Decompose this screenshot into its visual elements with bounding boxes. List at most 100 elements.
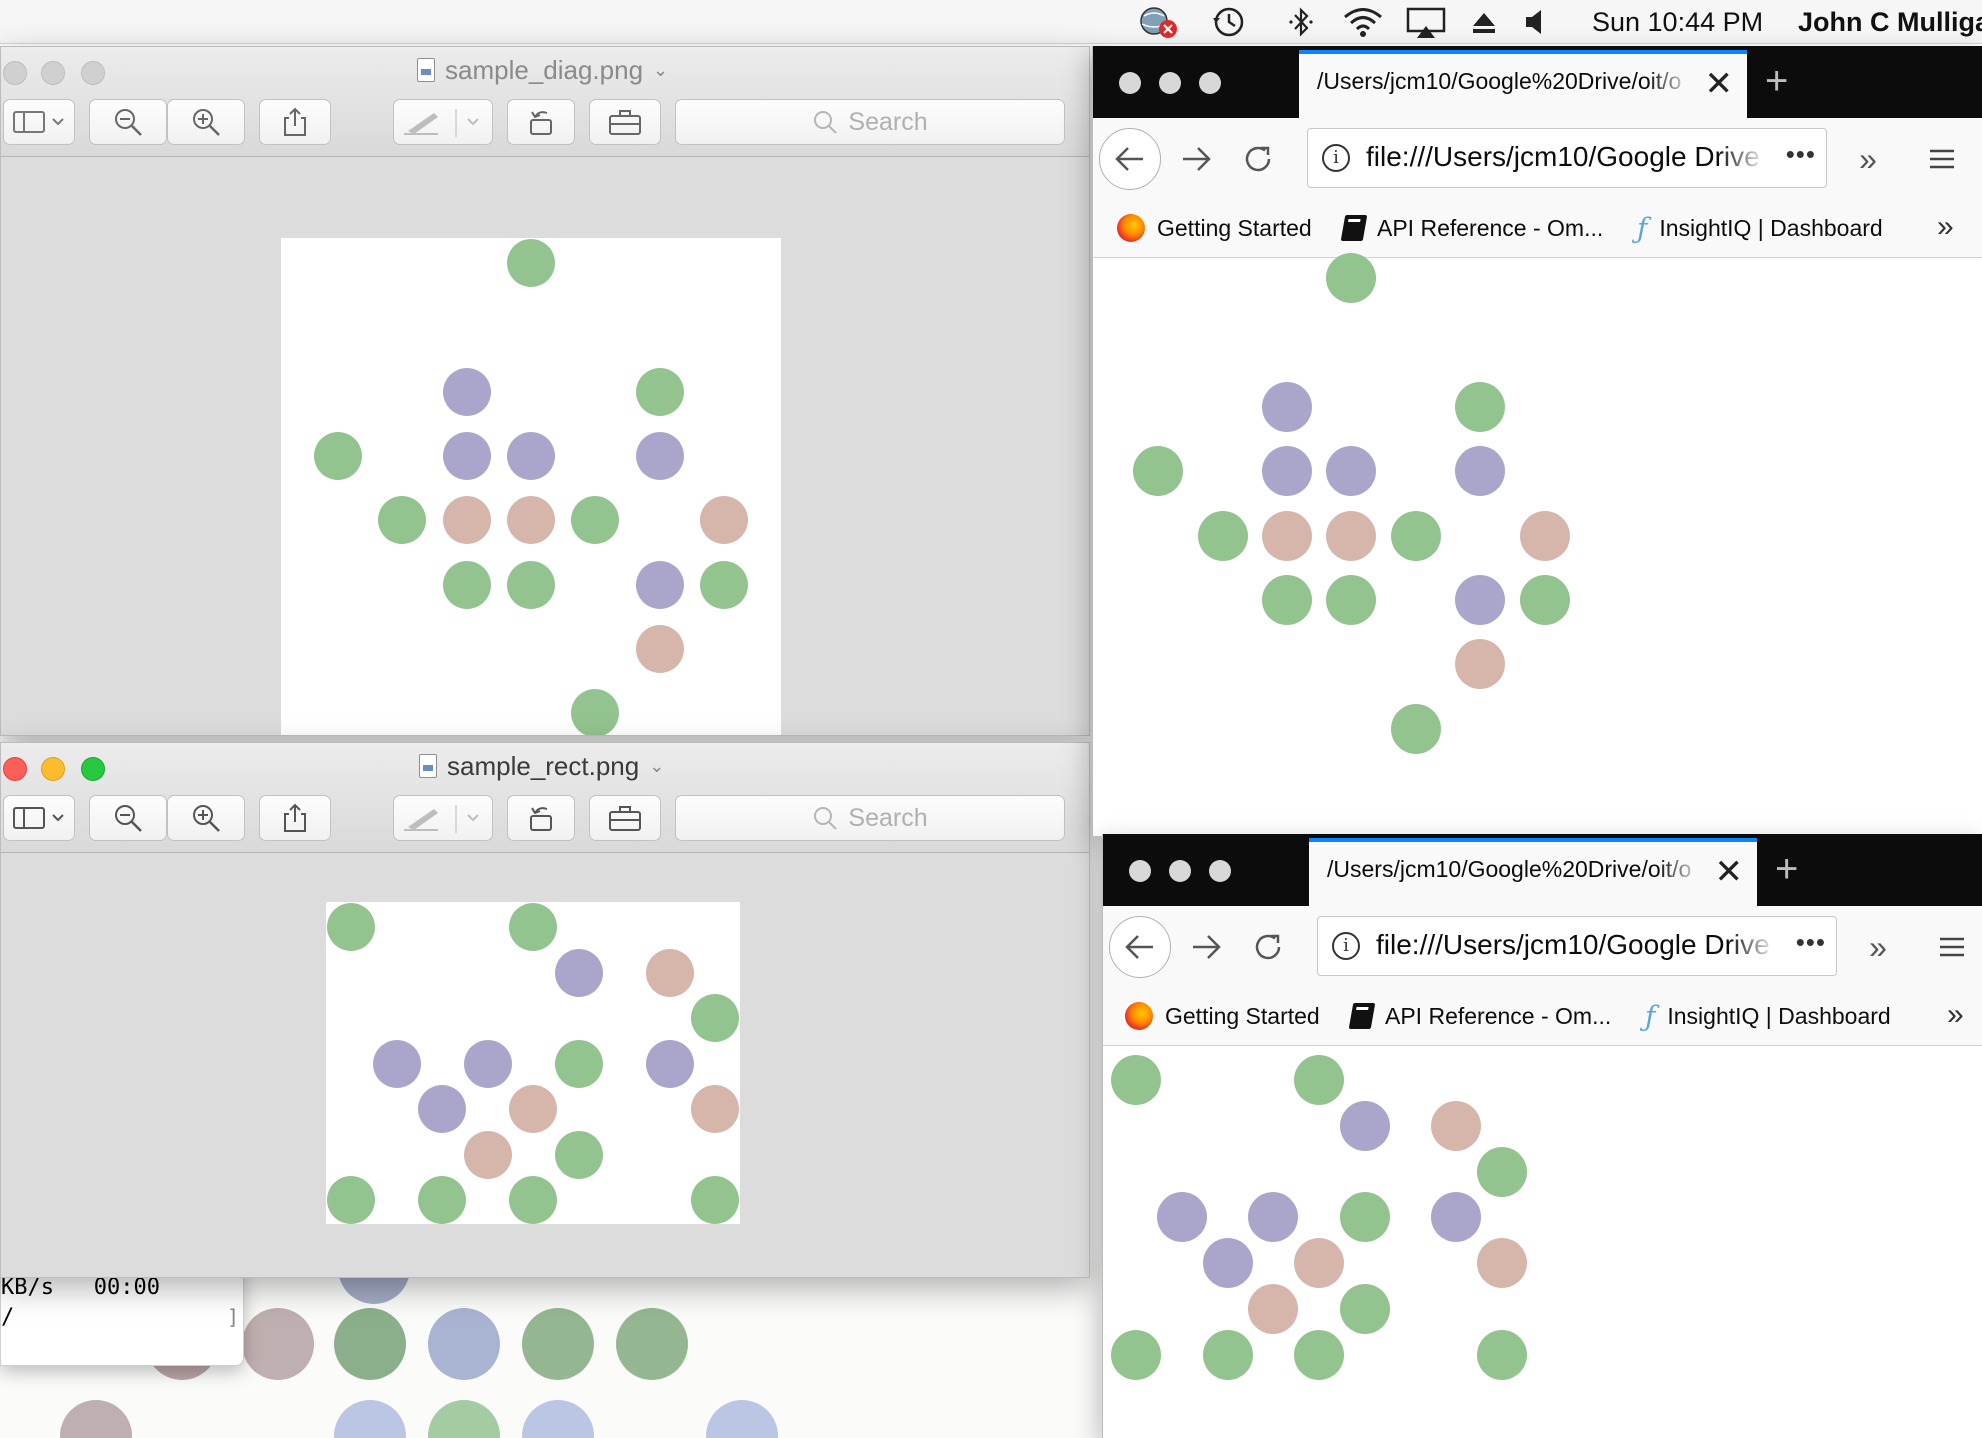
bookmark-api-reference[interactable]: API Reference - Om... [1340, 210, 1604, 246]
bookmark-getting-started[interactable]: Getting Started [1125, 998, 1320, 1034]
dot-pink [463, 1130, 512, 1179]
toolbox-button[interactable] [589, 795, 661, 841]
rotate-button[interactable] [507, 795, 575, 841]
bookmark-label: API Reference - Om... [1377, 214, 1604, 241]
time-machine-icon[interactable] [1208, 4, 1248, 40]
forward-button[interactable] [1183, 924, 1229, 970]
url-text[interactable]: file:///Users/jcm10/Google Drive [1376, 929, 1776, 961]
rotate-button[interactable] [507, 99, 575, 145]
insightiq-icon: ƒ [1645, 999, 1656, 1033]
dot-green [554, 1039, 603, 1088]
dot-green [1111, 1055, 1161, 1105]
background-dot [706, 1400, 778, 1438]
background-dot [242, 1308, 314, 1380]
bookmark-label: InsightIQ | Dashboard [1667, 1002, 1891, 1029]
page-actions-icon[interactable]: ••• [1796, 927, 1826, 958]
sidebar-toggle-button[interactable] [3, 795, 75, 841]
new-tab-button[interactable]: + [1765, 56, 1788, 106]
dot-pink [645, 948, 694, 997]
reload-button[interactable] [1245, 924, 1291, 970]
minimize-window-button[interactable] [1159, 72, 1181, 94]
preview-window-diag[interactable]: sample_diag.png ⌄ Search [0, 46, 1090, 736]
share-button[interactable] [259, 99, 331, 145]
hamburger-menu-icon[interactable] [1919, 136, 1965, 182]
close-window-button[interactable] [1129, 860, 1151, 882]
bookmark-api-reference[interactable]: API Reference - Om... [1348, 998, 1612, 1034]
overflow-chevron-icon[interactable]: » [1845, 136, 1891, 182]
airplay-icon[interactable] [1404, 4, 1448, 40]
bookmark-insightiq[interactable]: ƒ InsightIQ | Dashboard [1637, 210, 1883, 246]
close-tab-icon[interactable]: ✕ [1705, 64, 1734, 104]
url-bar[interactable]: i file:///Users/jcm10/Google Drive ••• [1307, 128, 1827, 188]
dot-green [507, 560, 556, 609]
zoom-window-button[interactable] [81, 757, 105, 781]
markup-button[interactable] [393, 99, 493, 145]
reload-button[interactable] [1235, 136, 1281, 182]
page-content [1093, 253, 1982, 836]
bookmark-getting-started[interactable]: Getting Started [1117, 210, 1312, 246]
firefox-window-bottom[interactable]: /Users/jcm10/Google%20Drive/oit/o ✕ + i … [1102, 834, 1982, 1438]
eject-icon[interactable] [1468, 4, 1500, 40]
forward-button[interactable] [1173, 136, 1219, 182]
info-icon[interactable]: i [1322, 144, 1350, 172]
search-field[interactable]: Search [675, 795, 1065, 841]
share-button[interactable] [259, 795, 331, 841]
zoom-in-button[interactable] [167, 795, 245, 841]
zoom-out-button[interactable] [89, 795, 167, 841]
close-tab-icon[interactable]: ✕ [1715, 852, 1744, 892]
dot-pink [1262, 510, 1312, 561]
bookmarks-overflow-icon[interactable]: » [1947, 998, 1964, 1032]
info-icon[interactable]: i [1332, 932, 1360, 960]
firefox-window-top[interactable]: /Users/jcm10/Google%20Drive/oit/o ✕ + i … [1092, 46, 1982, 836]
preview-titlebar[interactable]: sample_diag.png ⌄ Search [1, 47, 1089, 157]
zoom-window-button[interactable] [1209, 860, 1231, 882]
back-button[interactable] [1109, 916, 1171, 978]
overflow-chevron-icon[interactable]: » [1855, 924, 1901, 970]
markup-button[interactable] [393, 795, 493, 841]
chevron-down-icon[interactable]: ⌄ [653, 60, 668, 81]
url-bar[interactable]: i file:///Users/jcm10/Google Drive ••• [1317, 916, 1837, 976]
close-window-button[interactable] [3, 757, 27, 781]
page-actions-icon[interactable]: ••• [1786, 139, 1816, 170]
preview-window-rect[interactable]: sample_rect.png ⌄ Search [0, 742, 1090, 1278]
sidebar-toggle-button[interactable] [3, 99, 75, 145]
tab-title: /Users/jcm10/Google%20Drive/oit/o [1327, 856, 1692, 882]
zoom-window-button[interactable] [81, 61, 105, 85]
bookmark-label: API Reference - Om... [1385, 1002, 1612, 1029]
window-title[interactable]: sample_rect.png ⌄ [419, 749, 664, 783]
tab-active[interactable]: /Users/jcm10/Google%20Drive/oit/o ✕ [1299, 50, 1747, 118]
zoom-in-button[interactable] [167, 99, 245, 145]
terminal-text: / [1, 1305, 15, 1330]
window-title[interactable]: sample_diag.png ⌄ [417, 53, 668, 87]
menu-user-name[interactable]: John C Mulliga [1798, 4, 1982, 40]
back-button[interactable] [1099, 128, 1161, 190]
bookmark-insightiq[interactable]: ƒ InsightIQ | Dashboard [1645, 998, 1891, 1034]
network-globe-icon[interactable] [1134, 4, 1182, 40]
bluetooth-icon[interactable] [1284, 4, 1318, 40]
toolbox-button[interactable] [589, 99, 661, 145]
new-tab-button[interactable]: + [1775, 844, 1798, 894]
url-text[interactable]: file:///Users/jcm10/Google Drive [1366, 141, 1766, 173]
search-field[interactable]: Search [675, 99, 1065, 145]
hamburger-menu-icon[interactable] [1929, 924, 1975, 970]
minimize-window-button[interactable] [41, 757, 65, 781]
tab-active[interactable]: /Users/jcm10/Google%20Drive/oit/o ✕ [1309, 838, 1757, 906]
dot-pink [1519, 510, 1570, 561]
dot-green [327, 903, 375, 951]
close-window-button[interactable] [3, 61, 27, 85]
terminal-scroll-marker: ] [226, 1305, 239, 1329]
minimize-window-button[interactable] [41, 61, 65, 85]
zoom-window-button[interactable] [1199, 72, 1221, 94]
volume-icon[interactable] [1522, 4, 1550, 40]
preview-titlebar[interactable]: sample_rect.png ⌄ Search [1, 743, 1089, 853]
dot-pink [1294, 1238, 1344, 1288]
zoom-out-button[interactable] [89, 99, 167, 145]
dot-pink [1248, 1283, 1299, 1334]
bookmarks-overflow-icon[interactable]: » [1937, 210, 1954, 244]
close-window-button[interactable] [1119, 72, 1141, 94]
minimize-window-button[interactable] [1169, 860, 1191, 882]
menu-clock[interactable]: Sun 10:44 PM [1592, 4, 1763, 40]
dot-green [699, 560, 748, 609]
wifi-icon[interactable] [1340, 4, 1386, 40]
chevron-down-icon[interactable]: ⌄ [649, 756, 664, 777]
